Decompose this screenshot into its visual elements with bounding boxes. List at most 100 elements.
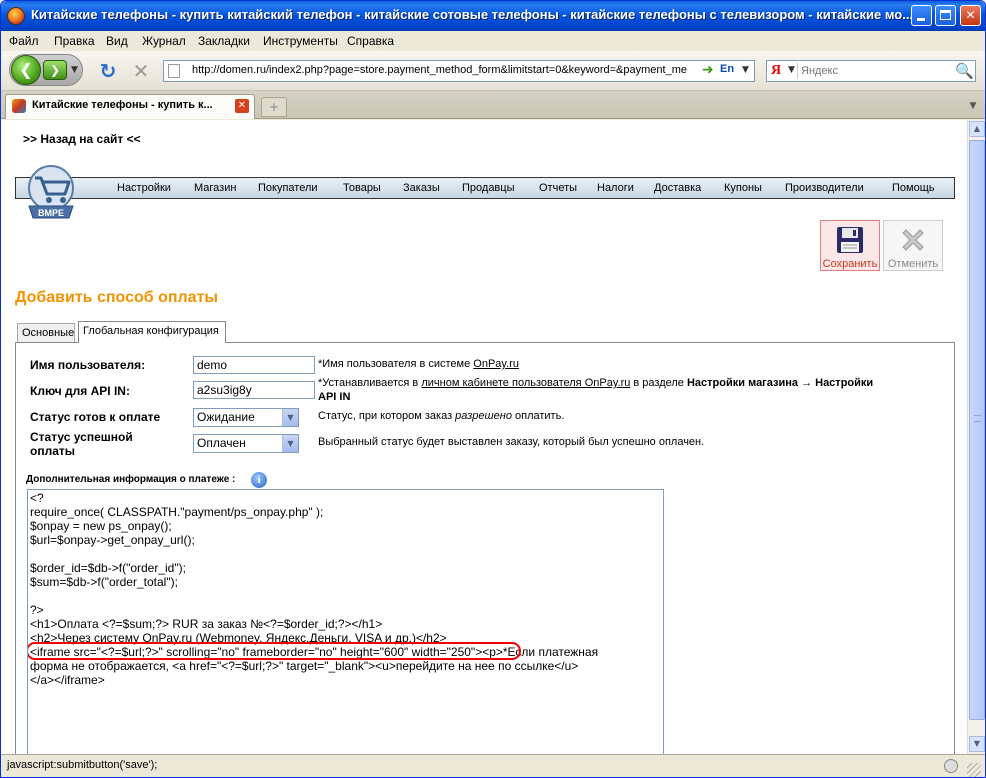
admin-nav-bar: Настройки Магазин Покупатели Товары Зака… xyxy=(15,177,955,199)
code-line: ?> xyxy=(30,603,44,617)
floppy-disk-icon xyxy=(837,227,863,253)
onpay-link[interactable]: OnPay.ru xyxy=(473,358,519,370)
yandex-icon[interactable]: Я xyxy=(771,63,781,79)
url-text[interactable]: http://domen.ru/index2.php?page=store.pa… xyxy=(192,64,702,76)
save-label: Сохранить xyxy=(822,258,878,270)
save-button[interactable]: Сохранить xyxy=(820,220,880,271)
username-label: Имя пользователя: xyxy=(30,358,146,372)
code-line: </a></iframe> xyxy=(30,673,105,687)
browser-tab[interactable]: Китайские телефоны - купить к... ✕ xyxy=(5,94,255,119)
status-ready-label: Статус готов к оплате xyxy=(30,410,161,424)
apikey-help: *Устанавливается в личном кабинете польз… xyxy=(318,377,873,389)
scroll-up-icon[interactable]: ▲ xyxy=(969,121,985,137)
firefox-icon xyxy=(7,7,25,25)
code-line: <h1>Оплата <?=$sum;?> RUR за заказ №<?=$… xyxy=(30,617,383,631)
menu-view[interactable]: Вид xyxy=(106,34,128,48)
apikey-field[interactable] xyxy=(193,381,315,399)
menu-help[interactable]: Справка xyxy=(347,34,394,48)
maximize-button[interactable] xyxy=(935,5,956,26)
nav-vendors[interactable]: Продавцы xyxy=(462,182,515,194)
nav-coupons[interactable]: Купоны xyxy=(724,182,762,194)
status-success-label-2: оплаты xyxy=(30,444,75,458)
nav-store[interactable]: Магазин xyxy=(194,182,236,194)
title-bar: Китайские телефоны - купить китайский те… xyxy=(1,1,985,31)
page-title: Добавить способ оплаты xyxy=(15,289,219,306)
menu-history[interactable]: Журнал xyxy=(142,34,186,48)
cancel-button[interactable]: Отменить xyxy=(883,220,943,271)
status-ready-help-prefix: Статус, при котором заказ xyxy=(318,410,456,422)
nav-taxes[interactable]: Налоги xyxy=(597,182,634,194)
menu-tools[interactable]: Инструменты xyxy=(263,34,338,48)
forward-button[interactable]: ❯ xyxy=(43,60,67,80)
tab-list-dropdown-icon[interactable]: ▼ xyxy=(965,97,981,115)
menu-bookmarks[interactable]: Закладки xyxy=(198,34,250,48)
vertical-scrollbar[interactable]: ▲ ▼ xyxy=(967,120,985,754)
forward-arrow-icon: ❯ xyxy=(49,63,61,77)
status-ready-help: Статус, при котором заказ разрешено опла… xyxy=(318,410,564,422)
tab-label: Китайские телефоны - купить к... xyxy=(32,99,213,111)
search-icon[interactable]: 🔍 xyxy=(955,62,974,80)
back-arrow-icon: ❮ xyxy=(19,60,33,79)
code-line: форма не отображается, <a href="<?=$url;… xyxy=(30,659,579,673)
reload-icon[interactable]: ↻ xyxy=(96,59,120,83)
joomla-favicon-icon xyxy=(12,99,26,113)
nav-products[interactable]: Товары xyxy=(343,182,381,194)
nav-help[interactable]: Помощь xyxy=(892,182,935,194)
status-ready-help-suffix: оплатить. xyxy=(511,410,565,422)
status-ready-select[interactable]: Ожидание ▼ xyxy=(193,408,299,427)
minimize-icon xyxy=(917,18,925,21)
stop-icon[interactable]: ✕ xyxy=(129,59,153,83)
chevron-down-icon[interactable]: ▼ xyxy=(282,409,298,426)
back-button[interactable]: ❮ xyxy=(11,55,41,85)
search-box[interactable]: Я ▼ 🔍 xyxy=(766,60,976,82)
go-arrow-icon[interactable]: ➜ xyxy=(702,62,714,78)
navigation-toolbar: ❮ ❯ ▼ ↻ ✕ http://domen.ru/index2.php?pag… xyxy=(1,51,985,91)
code-line: <? xyxy=(30,491,44,505)
code-line: $order_id=$db->f("order_id"); xyxy=(30,561,186,575)
code-line: $sum=$db->f("order_total"); xyxy=(30,575,178,589)
close-button[interactable]: ✕ xyxy=(960,5,981,26)
username-help-text: *Имя пользователя в системе xyxy=(318,358,474,370)
nav-reports[interactable]: Отчеты xyxy=(539,182,577,194)
search-input[interactable] xyxy=(801,65,951,77)
nav-orders[interactable]: Заказы xyxy=(403,182,440,194)
chevron-down-icon[interactable]: ▼ xyxy=(282,435,298,452)
username-field[interactable] xyxy=(193,356,315,374)
menu-edit[interactable]: Правка xyxy=(54,34,95,48)
minimize-button[interactable] xyxy=(911,5,932,26)
logo-text: BMPE xyxy=(38,208,64,218)
nav-customers[interactable]: Покупатели xyxy=(258,182,318,194)
username-help: *Имя пользователя в системе OnPay.ru xyxy=(318,358,519,370)
tab-global-config[interactable]: Глобальная конфигурация xyxy=(78,321,226,343)
nav-manufacturers[interactable]: Производители xyxy=(785,182,864,194)
menu-bar: Файл Правка Вид Журнал Закладки Инструме… xyxy=(1,31,985,51)
onpay-cabinet-link[interactable]: личном кабинете пользователя OnPay.ru xyxy=(421,377,630,389)
code-line: $onpay = new ps_onpay(); xyxy=(30,519,172,533)
extra-info-textarea[interactable]: <? require_once( CLASSPATH."payment/ps_o… xyxy=(27,489,664,754)
tab-close-icon[interactable]: ✕ xyxy=(235,99,249,113)
page-icon xyxy=(168,64,180,78)
tab-main[interactable]: Основные xyxy=(17,323,75,342)
cancel-label: Отменить xyxy=(887,258,939,270)
url-bar[interactable]: http://domen.ru/index2.php?page=store.pa… xyxy=(163,60,755,82)
menu-file[interactable]: Файл xyxy=(9,34,39,48)
url-dropdown-icon[interactable]: ▼ xyxy=(742,65,749,75)
language-indicator[interactable]: En xyxy=(720,63,734,75)
status-indicator-icon xyxy=(944,759,958,773)
iframe-highlight-ring xyxy=(28,642,521,660)
nav-shipping[interactable]: Доставка xyxy=(654,182,701,194)
apikey-help-text: *Устанавливается в xyxy=(318,377,422,389)
search-engine-dropdown-icon[interactable]: ▼ xyxy=(788,65,795,75)
info-icon[interactable]: i xyxy=(251,472,267,488)
resize-grip[interactable] xyxy=(967,763,981,777)
back-to-site-link[interactable]: >> Назад на сайт << xyxy=(23,132,141,146)
scrollbar-thumb[interactable] xyxy=(969,140,985,720)
code-line: $url=$onpay->get_onpay_url(); xyxy=(30,533,195,547)
apikey-help-line2: API IN xyxy=(318,391,350,403)
status-success-select[interactable]: Оплачен ▼ xyxy=(193,434,299,453)
scroll-down-icon[interactable]: ▼ xyxy=(969,736,985,752)
nav-settings[interactable]: Настройки xyxy=(117,182,171,194)
new-tab-button[interactable]: + xyxy=(261,97,287,117)
history-dropdown-icon[interactable]: ▼ xyxy=(71,65,78,75)
browser-window: Китайские телефоны - купить китайский те… xyxy=(0,0,986,778)
